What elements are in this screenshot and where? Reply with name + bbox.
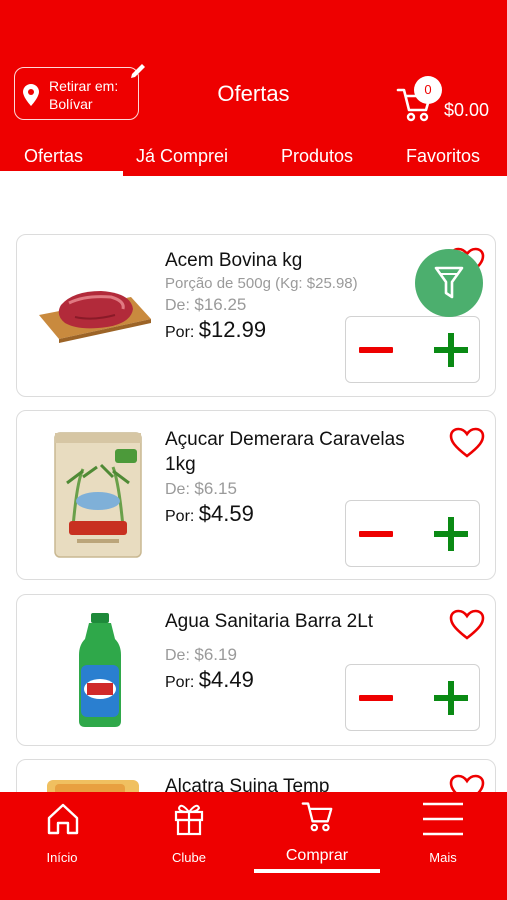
active-nav-indicator [254, 869, 380, 873]
nav-comprar-label: Comprar [285, 847, 349, 864]
old-price-label: De: [165, 297, 190, 314]
decrease-button[interactable] [359, 695, 393, 701]
product-portion: Porção de 500g (Kg: $25.98) [165, 275, 358, 292]
heart-icon[interactable] [449, 427, 485, 459]
gift-icon [174, 804, 204, 836]
nav-inicio-label: Início [46, 850, 78, 865]
price-label: Por: [165, 674, 195, 691]
tab-favoritos[interactable]: Favoritos [406, 146, 480, 167]
increase-button[interactable] [434, 333, 468, 367]
nav-clube-label: Clube [172, 850, 206, 865]
product-name-line-2: 1kg [165, 454, 196, 475]
tab-ofertas[interactable]: Ofertas [24, 146, 83, 167]
menu-icon [423, 802, 463, 836]
price: $12.99 [198, 317, 267, 342]
pencil-icon [131, 64, 145, 78]
old-price: $16.25 [194, 295, 247, 314]
old-price: $6.19 [194, 645, 237, 664]
app-header: Retirar em: Bolívar Ofertas 0 $0.00 Ofer… [0, 0, 507, 176]
filter-icon [434, 266, 464, 299]
old-price: $6.15 [194, 479, 237, 498]
price-label: Por: [165, 324, 195, 341]
nav-comprar[interactable]: Comprar [267, 792, 367, 900]
old-price-label: De: [165, 647, 190, 664]
decrease-button[interactable] [359, 347, 393, 353]
nav-mais[interactable]: Mais [393, 792, 493, 900]
filter-button[interactable] [415, 249, 483, 317]
cart-count-badge: 0 [414, 76, 442, 104]
product-image [39, 291, 151, 343]
price-label: Por: [165, 508, 195, 525]
product-image [79, 613, 121, 727]
product-card[interactable]: Agua Sanitaria Barra 2Lt De: $6.19 Por: … [16, 594, 496, 746]
cart-total: $0.00 [444, 100, 490, 120]
product-image [54, 432, 142, 558]
home-icon [47, 803, 79, 835]
increase-button[interactable] [434, 517, 468, 551]
product-name-line-1: Açucar Demerara Caravelas [165, 429, 405, 450]
decrease-button[interactable] [359, 531, 393, 537]
price: $4.59 [198, 501, 254, 526]
quantity-stepper [345, 316, 480, 383]
nav-clube[interactable]: Clube [139, 792, 239, 900]
old-price-label: De: [165, 481, 190, 498]
quantity-stepper [345, 500, 480, 567]
cart-icon [301, 802, 333, 832]
nav-inicio[interactable]: Início [12, 792, 112, 900]
product-card[interactable]: Açucar Demerara Caravelas 1kg De: $6.15 … [16, 410, 496, 580]
increase-button[interactable] [434, 681, 468, 715]
bottom-navigation: Início Clube Comprar Mais [0, 792, 507, 900]
product-name: Acem Bovina kg [165, 250, 303, 271]
heart-icon[interactable] [449, 609, 485, 641]
tab-produtos[interactable]: Produtos [281, 146, 353, 167]
quantity-stepper [345, 664, 480, 731]
price: $4.49 [198, 667, 254, 692]
tab-ja-comprei[interactable]: Já Comprei [136, 146, 228, 167]
active-tab-indicator [0, 171, 123, 176]
nav-mais-label: Mais [429, 850, 457, 865]
product-name: Agua Sanitaria Barra 2Lt [165, 611, 374, 632]
